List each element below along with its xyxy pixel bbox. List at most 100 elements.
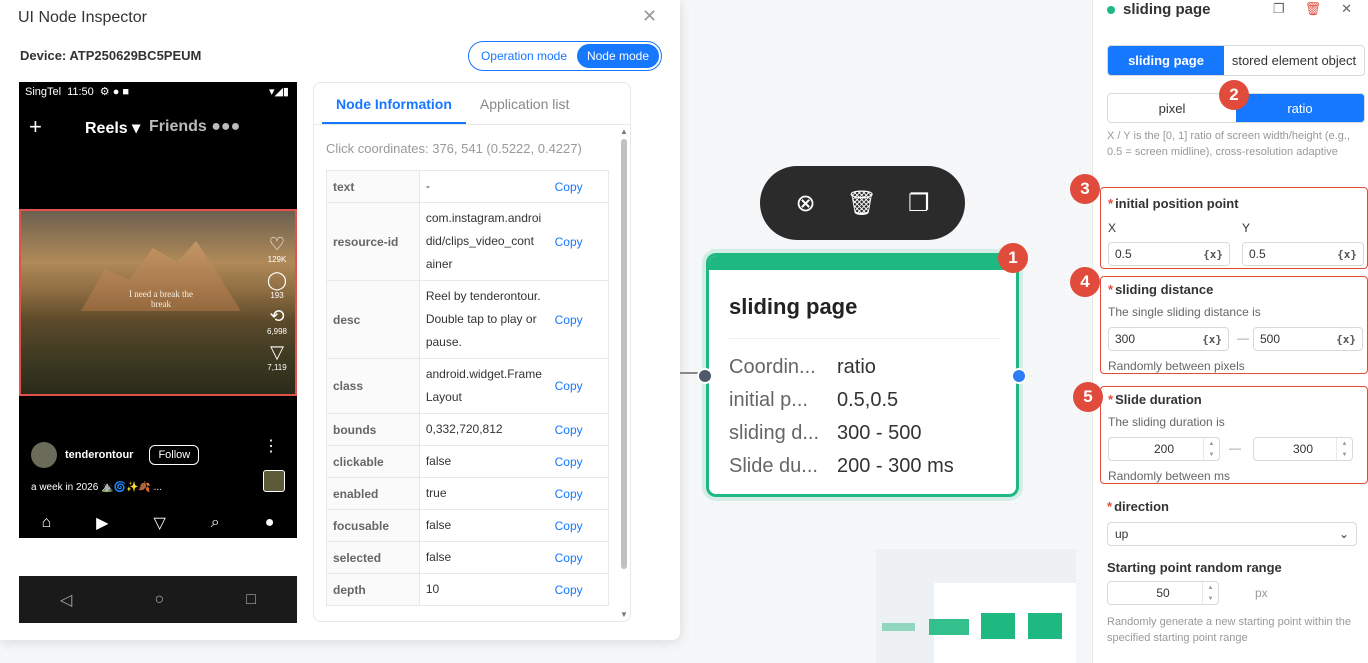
stepper-icon[interactable]: ▲ ▼ xyxy=(1336,438,1352,460)
tab-sliding-page[interactable]: sliding page xyxy=(1108,46,1224,75)
likes-count: 129K xyxy=(267,255,287,264)
unit-ratio[interactable]: ratio xyxy=(1236,94,1364,122)
comment-icon[interactable]: ◯ xyxy=(261,270,293,291)
delete-icon[interactable]: 🗑 xyxy=(1305,1,1322,17)
trash-icon[interactable]: 🗑 xyxy=(847,189,877,218)
reels-tab[interactable]: Reels ▾ xyxy=(85,118,140,138)
sliding-distance-section: * sliding distance The single sliding dis… xyxy=(1100,276,1368,374)
distance-min-input[interactable]: 300 {x} xyxy=(1108,327,1229,351)
scroll-up-icon[interactable]: ▲ xyxy=(620,127,628,136)
search-icon[interactable]: ⌕ xyxy=(211,514,220,532)
click-coordinates: Click coordinates: 376, 541 (0.5222, 0.4… xyxy=(326,141,582,156)
distance-max-input[interactable]: 500 {x} xyxy=(1253,327,1363,351)
copy-link[interactable]: Copy xyxy=(548,413,609,446)
variable-icon[interactable]: {x} xyxy=(1202,333,1222,346)
share-icon[interactable]: ▽ xyxy=(261,342,293,363)
variable-icon[interactable]: {x} xyxy=(1337,248,1357,261)
duplicate-icon[interactable]: ❐ xyxy=(1273,1,1285,17)
device-label: Device: ATP250629BC5PEUM xyxy=(20,48,202,63)
tab-application-list[interactable]: Application list xyxy=(466,83,584,124)
repost-icon[interactable]: ⟲ xyxy=(261,306,293,327)
x-input[interactable]: 0.5 {x} xyxy=(1108,242,1230,266)
copy-link[interactable]: Copy xyxy=(548,358,609,414)
username[interactable]: tenderontour xyxy=(65,449,133,461)
scroll-down-icon[interactable]: ▼ xyxy=(620,610,628,619)
copy-link[interactable]: Copy xyxy=(548,477,609,510)
device-screen[interactable]: SingTel 11:50 ⚙ ● ■ ▾◢▮ + Reels ▾ Friend… xyxy=(19,82,297,623)
audio-thumbnail[interactable] xyxy=(263,470,285,492)
friends-tab[interactable]: Friends ●●● xyxy=(149,118,240,136)
more-icon[interactable]: ⋮ xyxy=(263,436,279,456)
reels-icon[interactable]: ▶ xyxy=(96,513,108,533)
home-circle-icon[interactable]: ○ xyxy=(154,591,164,609)
property-key: text xyxy=(326,170,420,203)
minimap-node xyxy=(1028,613,1062,639)
node-row-sliding-distance: sliding d... 300 - 500 xyxy=(729,422,922,444)
plus-icon[interactable]: + xyxy=(29,114,42,140)
follow-button[interactable]: Follow xyxy=(149,445,200,465)
property-key: selected xyxy=(326,541,420,574)
video-caption: I need a break the break xyxy=(129,289,193,309)
stepper-icon[interactable]: ▲ ▼ xyxy=(1203,438,1219,460)
table-row: clickable false Copy xyxy=(326,445,609,478)
time-text: 11:50 xyxy=(67,85,94,98)
shares-count: 7,119 xyxy=(267,363,287,372)
duration-min-input[interactable]: 200 ▲ ▼ xyxy=(1108,437,1220,461)
step-badge-3: 3 xyxy=(1070,174,1100,204)
node-mode-button[interactable]: Node mode xyxy=(577,44,659,68)
minimap[interactable] xyxy=(876,549,1076,663)
random-range-input[interactable]: 50 ▲ ▼ xyxy=(1107,581,1219,605)
avatar[interactable] xyxy=(31,442,57,468)
home-icon[interactable]: ⌂ xyxy=(42,514,52,532)
copy-icon[interactable]: ❐ xyxy=(908,189,930,218)
variable-icon[interactable]: {x} xyxy=(1203,248,1223,261)
sliding-page-node[interactable]: sliding page Coordin... ratio initial p..… xyxy=(706,253,1019,497)
node-floating-toolbar: ⊗ 🗑 ❐ xyxy=(760,166,965,240)
variable-icon[interactable]: {x} xyxy=(1336,333,1356,346)
duration-max-input[interactable]: 300 ▲ ▼ xyxy=(1253,437,1353,461)
status-icons: ⚙ ● ■ xyxy=(99,86,130,98)
property-key: enabled xyxy=(326,477,420,510)
panel-actions: ❐ 🗑 ✕ xyxy=(1273,1,1352,17)
initial-position-label: * initial position point xyxy=(1108,196,1239,211)
copy-link[interactable]: Copy xyxy=(548,202,609,281)
operation-mode-button[interactable]: Operation mode xyxy=(471,44,577,68)
copy-link[interactable]: Copy xyxy=(548,280,609,359)
heart-icon[interactable]: ♡ xyxy=(261,234,293,255)
property-value: 10 xyxy=(418,573,549,606)
close-icon[interactable]: ✕ xyxy=(642,6,657,27)
direction-label: * direction xyxy=(1107,499,1169,514)
stepper-icon[interactable]: ▲ ▼ xyxy=(1202,582,1218,604)
input-port[interactable] xyxy=(697,368,713,384)
node-info-panel: Node Information Application list Click … xyxy=(313,82,631,622)
cancel-circle-icon[interactable]: ⊗ xyxy=(795,189,815,218)
direction-select[interactable]: up ⌄ xyxy=(1107,522,1357,546)
android-nav-bar: ◁ ○ □ xyxy=(19,576,297,623)
tab-node-information[interactable]: Node Information xyxy=(322,83,466,124)
output-port[interactable] xyxy=(1011,368,1027,384)
recents-icon[interactable]: □ xyxy=(246,591,256,609)
range-dash: — xyxy=(1237,331,1249,345)
minimap-node xyxy=(929,619,969,635)
scroll-thumb[interactable] xyxy=(621,139,627,569)
panel-title: sliding page xyxy=(1123,1,1211,18)
profile-icon[interactable]: ● xyxy=(265,514,275,532)
copy-link[interactable]: Copy xyxy=(548,170,609,203)
back-icon[interactable]: ◁ xyxy=(60,590,72,610)
comments-count: 193 xyxy=(270,291,284,300)
close-icon[interactable]: ✕ xyxy=(1341,1,1352,17)
y-input[interactable]: 0.5 {x} xyxy=(1242,242,1364,266)
selected-video-container[interactable]: I need a break the break xyxy=(19,209,297,396)
copy-link[interactable]: Copy xyxy=(548,445,609,478)
random-range-label: Starting point random range xyxy=(1107,560,1282,575)
copy-link[interactable]: Copy xyxy=(548,509,609,542)
copy-link[interactable]: Copy xyxy=(548,573,609,606)
unit-pixel[interactable]: pixel xyxy=(1108,94,1236,122)
scrollbar[interactable]: ▲ ▼ xyxy=(620,127,628,619)
tab-stored-element-object[interactable]: stored element object xyxy=(1224,46,1364,75)
node-title: sliding page xyxy=(729,294,858,319)
send-icon[interactable]: ▽ xyxy=(153,513,165,533)
source-segmented: sliding page stored element object xyxy=(1107,45,1365,76)
ratio-hint: X / Y is the [0, 1] ratio of screen widt… xyxy=(1107,130,1350,158)
copy-link[interactable]: Copy xyxy=(548,541,609,574)
